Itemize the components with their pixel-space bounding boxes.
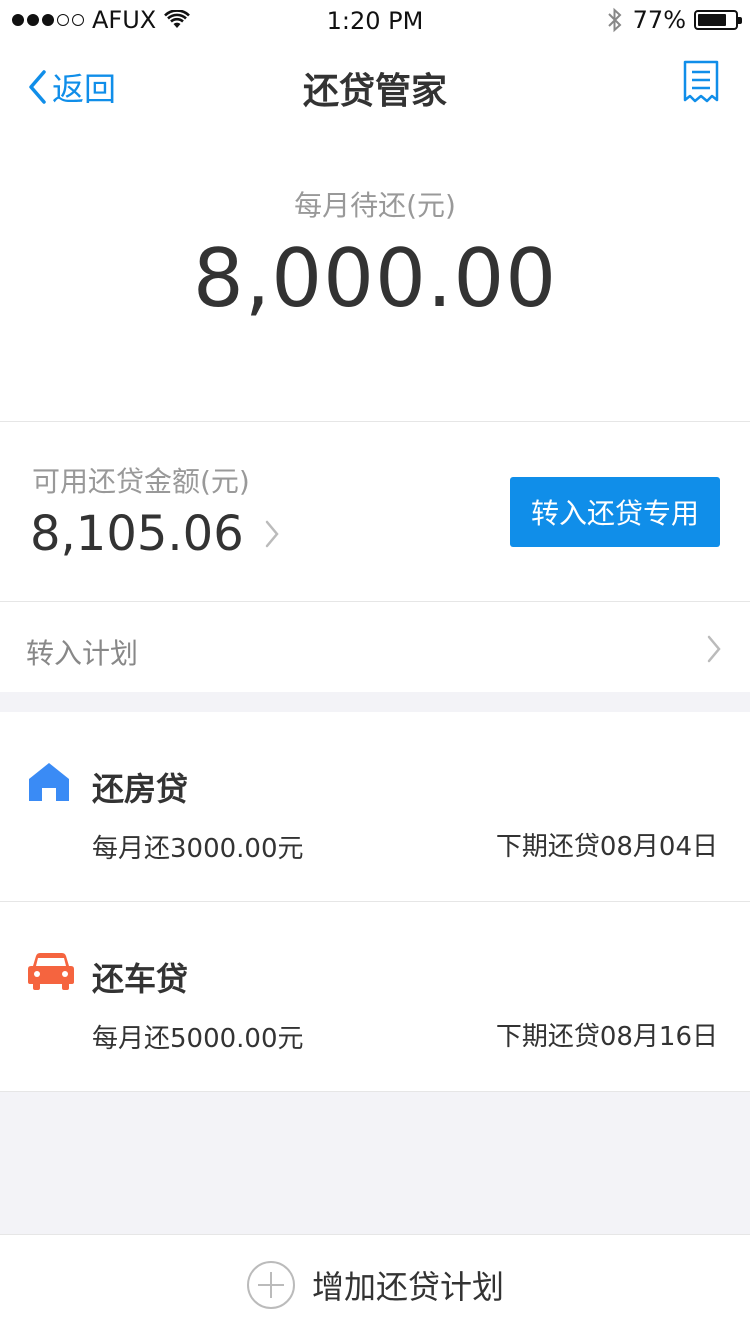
add-repayment-plan-button[interactable]: 增加还贷计划 [246, 1260, 504, 1310]
back-button[interactable]: 返回 [26, 64, 116, 110]
available-balance-value: 8,105.06 [30, 506, 244, 562]
available-balance-section: 可用还贷金额(元) 8,105.06 转入还贷专用 [0, 422, 750, 602]
available-balance-link[interactable]: 8,105.06 [30, 506, 280, 562]
monthly-due-card: 每月待还(元) 8,000.00 [0, 128, 750, 422]
loan-title: 还房贷 [92, 770, 189, 808]
chevron-right-icon [265, 520, 279, 548]
back-label: 返回 [52, 70, 117, 108]
status-bar: AFUX 1:20 PM 77% [0, 0, 750, 40]
bill-list-icon [683, 60, 719, 103]
add-circle-icon [246, 1260, 295, 1309]
loan-monthly-payment: 每月还5000.00元 [92, 1024, 304, 1054]
loan-item-car[interactable]: 还车贷 每月还5000.00元 下期还贷08月16日 [0, 902, 750, 1092]
transfer-in-button[interactable]: 转入还贷专用 [510, 477, 720, 547]
car-icon [28, 953, 74, 990]
bluetooth-icon [607, 7, 622, 33]
monthly-due-amount: 8,000.00 [192, 232, 558, 325]
loan-next-date: 下期还贷08月04日 [495, 832, 718, 862]
chevron-right-icon [707, 635, 721, 663]
loan-next-date: 下期还贷08月16日 [495, 1022, 718, 1052]
add-plan-label: 增加还贷计划 [311, 1267, 504, 1306]
loan-item-house[interactable]: 还房贷 每月还3000.00元 下期还贷08月04日 [0, 712, 750, 902]
available-balance-label: 可用还贷金额(元) [32, 465, 250, 498]
transfer-plan-row[interactable]: 转入计划 [0, 602, 750, 692]
battery-percent: 77% [632, 6, 686, 34]
footer-bar: 增加还贷计划 [0, 1234, 750, 1334]
house-icon [29, 763, 69, 801]
monthly-due-label: 每月待还(元) [294, 189, 456, 222]
loan-title: 还车贷 [92, 960, 189, 998]
loan-monthly-payment: 每月还3000.00元 [92, 834, 304, 864]
transfer-plan-label: 转入计划 [26, 637, 139, 670]
battery-icon [694, 10, 742, 30]
status-right: 77% [607, 6, 742, 34]
chevron-left-icon [29, 70, 46, 104]
nav-bar: 返回 还贷管家 [0, 40, 750, 128]
bill-button[interactable] [682, 60, 720, 108]
